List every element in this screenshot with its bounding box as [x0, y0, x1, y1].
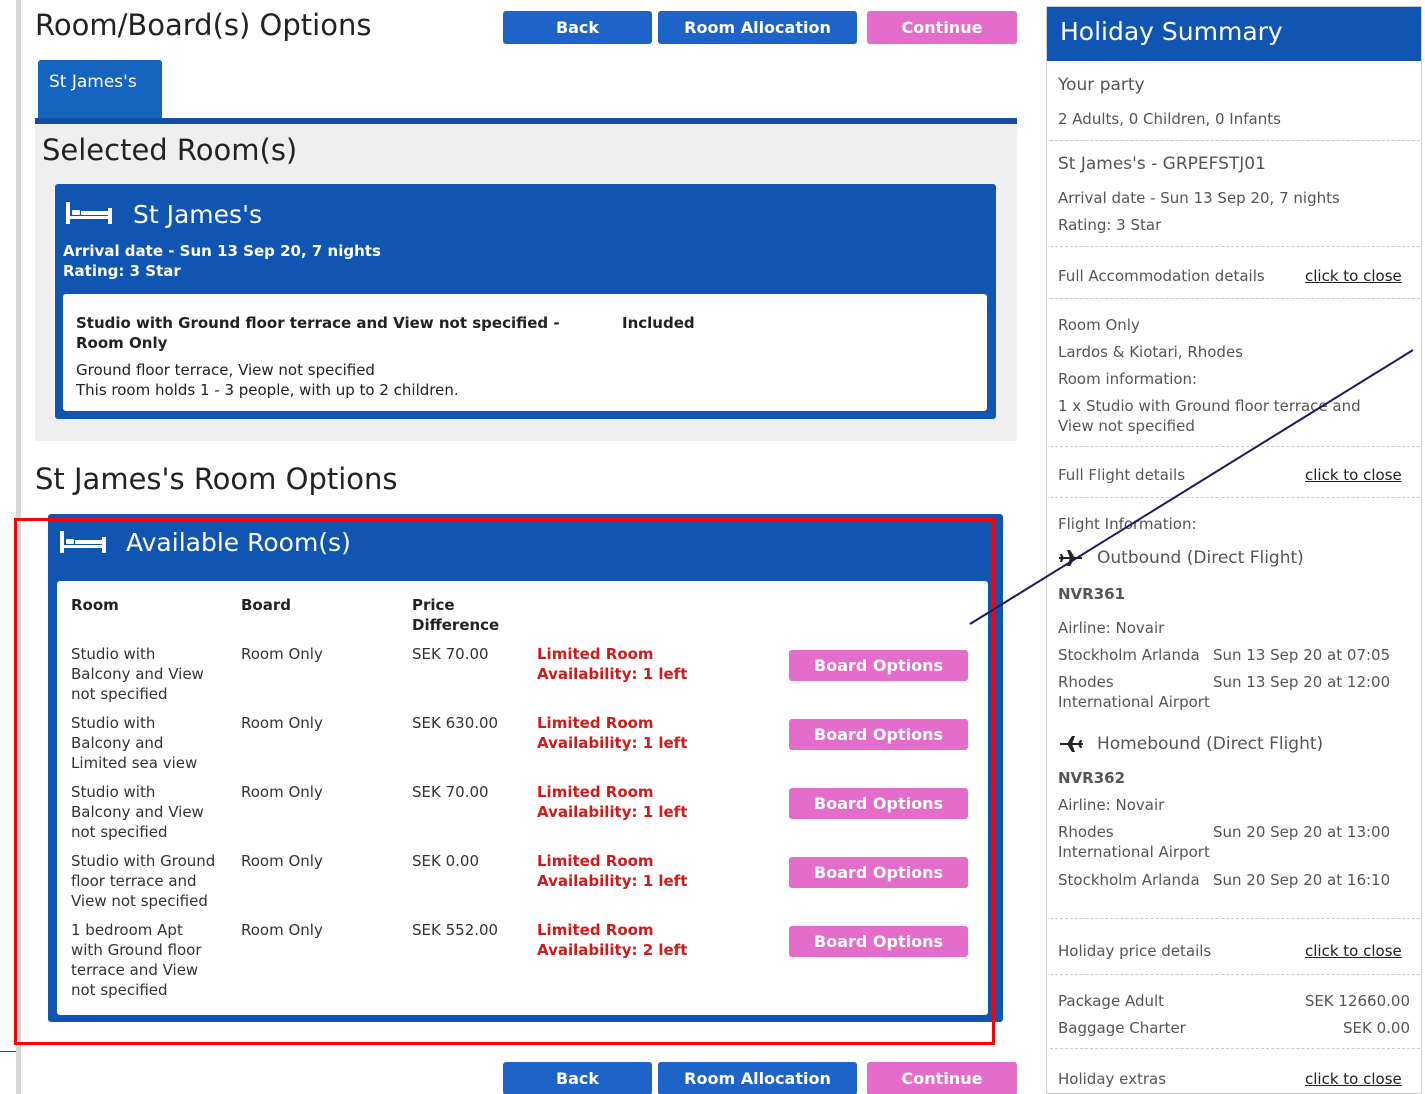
divider: [1050, 497, 1420, 498]
divider: [1050, 446, 1420, 447]
room-options-heading: St James's Room Options: [35, 462, 398, 496]
flight-close-link[interactable]: click to close: [1305, 466, 1402, 484]
extras-close-link[interactable]: click to close: [1305, 1070, 1402, 1088]
room-info-line: 1 x Studio with Ground floor terrace and: [1058, 397, 1361, 415]
back-button[interactable]: Back: [503, 11, 652, 44]
back-button-bottom[interactable]: Back: [503, 1062, 652, 1094]
price-details-label: Holiday price details: [1058, 942, 1212, 960]
included-label: Included: [622, 314, 695, 332]
accommodation-close-link[interactable]: click to close: [1305, 267, 1402, 285]
holiday-summary-title: Holiday Summary: [1047, 7, 1421, 61]
outbound-departure-airport: Stockholm Arlanda: [1058, 646, 1200, 664]
outbound-airline: Airline: Novair: [1058, 619, 1165, 637]
homebound-departure-time: Sun 20 Sep 20 at 13:00: [1213, 823, 1391, 841]
outbound-flight-number: NVR361: [1058, 585, 1126, 603]
divider: [1050, 246, 1420, 247]
homebound-label: Homebound (Direct Flight): [1097, 734, 1324, 754]
baggage-price: SEK 0.00: [1342, 1019, 1410, 1037]
tab-st-james[interactable]: St James's: [38, 60, 162, 120]
divider: [0, 1051, 16, 1052]
homebound-arrival-airport: Stockholm Arlanda: [1058, 871, 1200, 889]
homebound-flight-number: NVR362: [1058, 769, 1126, 787]
summary-location: Lardos & Kiotari, Rhodes: [1058, 343, 1243, 361]
selected-hotel-name: St James's: [133, 200, 262, 229]
package-adult-label: Package Adult: [1058, 992, 1165, 1010]
selected-rating: Rating: 3 Star: [63, 262, 181, 280]
holiday-extras-label: Holiday extras: [1058, 1070, 1167, 1088]
selected-rooms-heading: Selected Room(s): [42, 133, 298, 167]
outbound-arrival-time: Sun 13 Sep 20 at 12:00: [1213, 673, 1391, 691]
outbound-departure-time: Sun 13 Sep 20 at 07:05: [1213, 646, 1391, 664]
divider: [1050, 140, 1420, 141]
airplane-outbound-icon: [1059, 550, 1082, 566]
price-close-link[interactable]: click to close: [1305, 942, 1402, 960]
highlight-frame: [14, 518, 995, 1045]
divider: [1050, 974, 1420, 975]
airplane-homebound-icon: [1060, 736, 1083, 752]
homebound-airline: Airline: Novair: [1058, 796, 1165, 814]
divider: [1050, 1048, 1420, 1049]
homebound-departure-airport: International Airport: [1058, 843, 1210, 861]
homebound-departure-airport: Rhodes: [1058, 823, 1114, 841]
selected-room-title: Studio with Ground floor terrace and Vie…: [76, 314, 560, 332]
summary-board: Room Only: [1058, 316, 1140, 334]
room-info-label: Room information:: [1058, 370, 1198, 388]
bed-icon: [66, 202, 112, 224]
selected-room-capacity: This room holds 1 - 3 people, with up to…: [76, 381, 459, 399]
outbound-label: Outbound (Direct Flight): [1097, 548, 1304, 568]
baggage-label: Baggage Charter: [1058, 1019, 1186, 1037]
room-allocation-button[interactable]: Room Allocation: [658, 11, 857, 44]
party-label: Your party: [1058, 75, 1145, 95]
flight-info-label: Flight Information:: [1058, 515, 1197, 533]
room-allocation-button-bottom[interactable]: Room Allocation: [658, 1062, 857, 1094]
page-title: Room/Board(s) Options: [35, 8, 372, 42]
package-adult-price: SEK 12660.00: [1304, 992, 1410, 1010]
outbound-arrival-airport: International Airport: [1058, 693, 1210, 711]
divider: [1050, 298, 1420, 299]
divider: [1050, 918, 1420, 919]
selected-room-details: Ground floor terrace, View not specified: [76, 361, 375, 379]
continue-button[interactable]: Continue: [867, 11, 1017, 44]
party-details: 2 Adults, 0 Children, 0 Infants: [1058, 110, 1281, 128]
selected-arrival: Arrival date - Sun 13 Sep 20, 7 nights: [63, 242, 381, 260]
continue-button-bottom[interactable]: Continue: [867, 1062, 1017, 1094]
outbound-arrival-airport: Rhodes: [1058, 673, 1114, 691]
accommodation-details-label: Full Accommodation details: [1058, 267, 1265, 285]
homebound-arrival-time: Sun 20 Sep 20 at 16:10: [1213, 871, 1391, 889]
hotel-code: St James's - GRPEFSTJ01: [1058, 154, 1266, 174]
selected-room-board: Room Only: [76, 334, 168, 352]
flight-details-label: Full Flight details: [1058, 466, 1186, 484]
room-info-line: View not specified: [1058, 417, 1195, 435]
summary-arrival: Arrival date - Sun 13 Sep 20, 7 nights: [1058, 189, 1340, 207]
summary-rating: Rating: 3 Star: [1058, 216, 1162, 234]
